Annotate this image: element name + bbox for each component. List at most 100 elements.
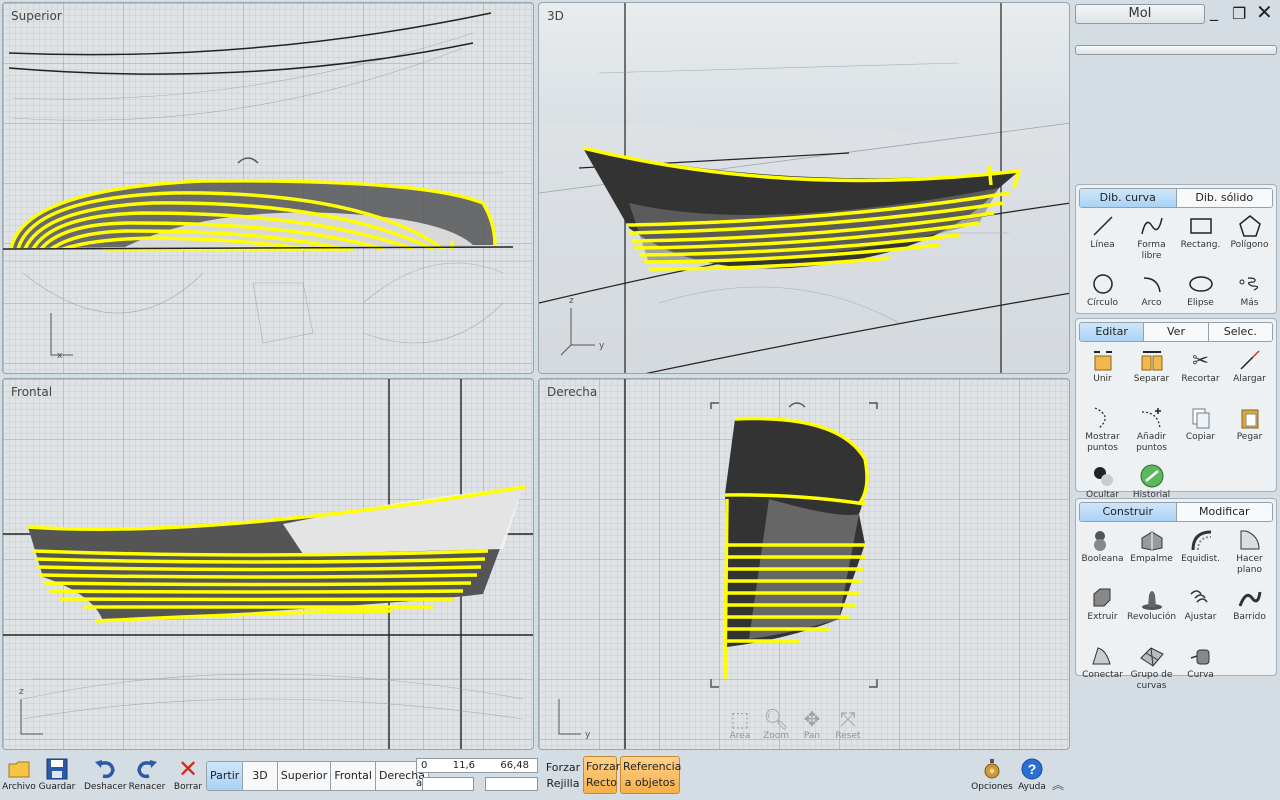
coordinate-readout: 0 11,6 66,48 — [416, 758, 538, 773]
construct-tabs: Construir Modificar — [1079, 502, 1273, 522]
viewport-label: Derecha — [547, 385, 598, 399]
save-button[interactable]: Guardar — [38, 756, 76, 792]
tab-edit[interactable]: Editar — [1080, 323, 1145, 341]
separate-icon — [1141, 351, 1162, 371]
minimize-button[interactable]: _ — [1210, 2, 1218, 21]
paste-icon — [1241, 409, 1258, 429]
add-points-tool[interactable]: Añadir puntos — [1127, 404, 1176, 462]
tab-modify[interactable]: Modificar — [1176, 503, 1272, 521]
viewport-front[interactable]: z Frontal — [2, 378, 534, 750]
join-icon — [1093, 351, 1112, 371]
undo-button[interactable]: Deshacer — [84, 756, 127, 792]
network-icon — [1139, 647, 1164, 667]
close-button[interactable]: ✕ — [1256, 0, 1273, 24]
zoom-tool[interactable]: 🔍︎ Zoom — [761, 707, 791, 741]
viewport-3d[interactable]: z y 3D — [538, 2, 1070, 374]
rectangle-tool[interactable]: Rectang. — [1176, 212, 1225, 270]
object-snap-toggle[interactable]: Referencia a objetos — [620, 756, 681, 794]
revolve-icon — [1141, 591, 1162, 610]
svg-text:y: y — [585, 730, 591, 740]
paste-tool[interactable]: Pegar — [1225, 404, 1274, 462]
pan-icon: ✥ — [803, 707, 821, 731]
revolve-tool[interactable]: Revolución — [1127, 584, 1176, 642]
line-icon — [1092, 216, 1113, 236]
viewport-top[interactable]: x Superior — [2, 2, 534, 374]
planar-tool[interactable]: Hacer plano — [1225, 526, 1274, 584]
offset-icon — [1191, 530, 1211, 551]
arc-icon — [1143, 277, 1161, 293]
more-icon — [1239, 277, 1258, 291]
maximize-button[interactable]: ❐ — [1232, 4, 1246, 23]
viewport-label: Frontal — [11, 385, 53, 399]
loft-icon — [1189, 590, 1208, 603]
redo-button[interactable]: Renacer — [128, 756, 166, 792]
polygon-tool[interactable]: Polígono — [1225, 212, 1274, 270]
fillet-icon — [1141, 531, 1163, 551]
tab-draw-solid[interactable]: Dib. sólido — [1176, 189, 1272, 207]
help-icon: ? — [1014, 756, 1050, 782]
right-view-drawing: y — [558, 379, 878, 749]
open-button[interactable]: Archivo — [2, 756, 36, 792]
maximize-icon: ❐ — [1232, 4, 1247, 23]
loft-tool[interactable]: Ajustar — [1176, 584, 1225, 642]
tab-construct[interactable]: Construir — [1080, 503, 1177, 521]
options-button[interactable]: Opciones — [970, 756, 1014, 792]
curve-tool[interactable]: Curva — [1176, 642, 1225, 700]
trim-tool[interactable]: ✂ Recortar — [1176, 346, 1225, 404]
history-icon — [1140, 464, 1163, 488]
straight-snap-toggle[interactable]: Forzar Recto — [583, 756, 620, 794]
svg-text:z: z — [569, 296, 574, 306]
area-zoom-tool[interactable]: ⬚ Area — [725, 707, 755, 741]
sweep-tool[interactable]: Barrido — [1225, 584, 1274, 642]
show-points-tool[interactable]: Mostrar puntos — [1078, 404, 1127, 462]
collapse-chevron-icon[interactable]: ︽ — [1052, 776, 1064, 793]
delete-button[interactable]: ✕ Borrar — [172, 755, 204, 792]
close-icon: ✕ — [1256, 0, 1273, 24]
tab-draw-curve[interactable]: Dib. curva — [1080, 189, 1177, 207]
reset-icon: ⤧ — [840, 707, 856, 731]
app-title: MoI — [1075, 4, 1205, 24]
boolean-tool[interactable]: Booleana — [1078, 526, 1127, 584]
construct-panel: Construir Modificar Booleana Empalme Equ… — [1075, 498, 1277, 691]
coord-y: 11,6 — [452, 760, 475, 771]
view-3d-button[interactable]: 3D — [243, 762, 278, 790]
area-zoom-icon: ⬚ — [730, 707, 750, 731]
edit-tabs: Editar Ver Selec. — [1079, 322, 1273, 342]
view-split-button[interactable]: Partir — [207, 762, 244, 790]
view-top-button[interactable]: Superior — [277, 762, 332, 790]
join-tool[interactable]: Unir — [1078, 346, 1127, 404]
3d-view-drawing: z y — [539, 3, 1069, 373]
tab-view[interactable]: Ver — [1144, 323, 1209, 341]
draw-tabs: Dib. curva Dib. sólido — [1079, 188, 1273, 208]
command-input-b[interactable] — [485, 777, 538, 791]
extend-icon — [1239, 350, 1260, 370]
sweep-icon — [1238, 591, 1262, 607]
draw-panel: Dib. curva Dib. sólido Línea Forma libre… — [1075, 184, 1277, 314]
copy-icon — [1192, 408, 1209, 429]
offset-tool[interactable]: Equidist. — [1176, 526, 1225, 584]
delete-icon: ✕ — [177, 755, 199, 783]
command-input-a[interactable] — [422, 777, 474, 791]
tab-select[interactable]: Selec. — [1208, 323, 1272, 341]
viewport-right[interactable]: y Derecha ⬚ Area 🔍︎ Zoom ✥ Pan ⤧ Reset — [538, 378, 1070, 750]
blend-tool[interactable]: Conectar — [1078, 642, 1127, 700]
separate-tool[interactable]: Separar — [1127, 346, 1176, 404]
freeform-icon — [1140, 217, 1163, 235]
line-tool[interactable]: Línea — [1078, 212, 1127, 270]
copy-tool[interactable]: Copiar — [1176, 404, 1225, 462]
zoom-icon: 🔍︎ — [763, 707, 789, 731]
pan-tool[interactable]: ✥ Pan — [797, 707, 827, 741]
extend-tool[interactable]: Alargar — [1225, 346, 1274, 404]
help-button[interactable]: ? Ayuda — [1014, 756, 1050, 792]
extrude-tool[interactable]: Extruir — [1078, 584, 1127, 642]
freeform-tool[interactable]: Forma libre — [1127, 212, 1176, 270]
reset-tool[interactable]: ⤧ Reset — [833, 707, 863, 741]
svg-text:z: z — [19, 687, 24, 697]
blend-icon — [1092, 647, 1112, 665]
viewport-label: 3D — [547, 9, 564, 23]
fillet-tool[interactable]: Empalme — [1127, 526, 1176, 584]
network-tool[interactable]: Grupo de curvas — [1127, 642, 1176, 700]
grid-snap-toggle[interactable]: Forzar Rejilla — [544, 760, 582, 792]
save-icon — [38, 756, 76, 782]
view-front-button[interactable]: Frontal — [331, 762, 376, 790]
